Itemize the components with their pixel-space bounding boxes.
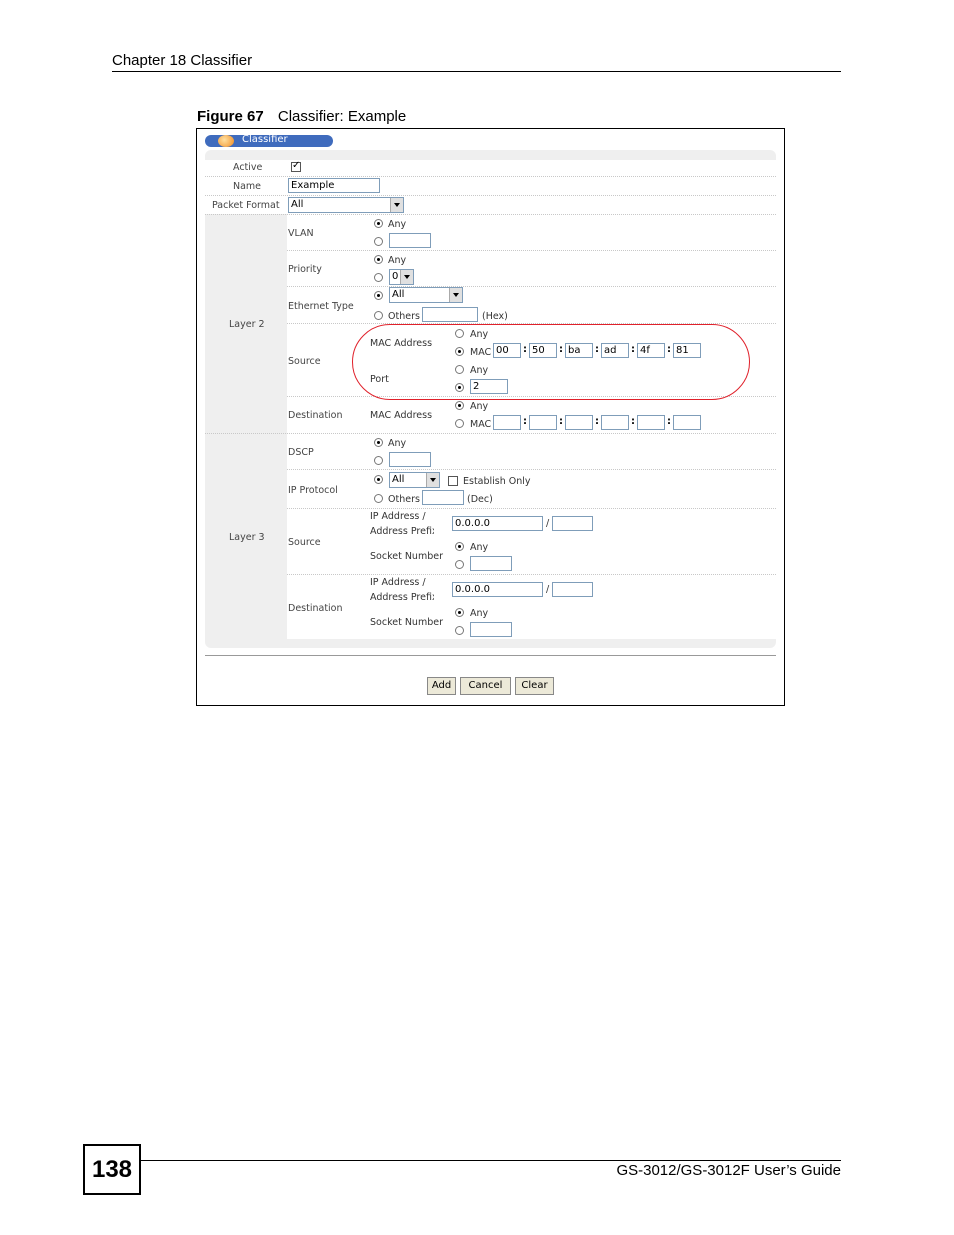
l2-source-label: Source — [288, 356, 321, 367]
tab-orb-icon — [218, 135, 234, 147]
l2-destination-label: Destination — [288, 410, 343, 421]
mac-separator: : — [523, 416, 527, 427]
chapter-header: Chapter 18 Classifier — [112, 52, 253, 69]
layer3-label: Layer 3 — [229, 532, 265, 543]
vlan-any-label: Any — [388, 219, 407, 230]
ethernet-type-select[interactable]: All — [389, 287, 463, 303]
l3-source-label: Source — [288, 537, 321, 548]
l3-source-address-prefix-label: Address Prefix — [370, 526, 434, 537]
chevron-down-icon — [390, 198, 403, 212]
l3-source-prefix-input[interactable] — [552, 516, 593, 531]
dst-mac-octet-2[interactable] — [529, 415, 557, 430]
ethernet-type-label: Ethernet Type — [288, 301, 354, 312]
cancel-button[interactable]: Cancel — [460, 677, 511, 695]
dscp-any-label: Any — [388, 438, 407, 449]
ip-prefix-slash: / — [546, 584, 550, 595]
chevron-down-icon — [426, 473, 439, 487]
priority-label: Priority — [288, 264, 322, 275]
ethernet-type-others-radio[interactable] — [374, 311, 383, 320]
mac-separator: : — [595, 416, 599, 427]
l2-destination-mac-address-label: MAC Address — [370, 410, 433, 421]
ip-protocol-select[interactable]: All — [389, 472, 440, 488]
chevron-down-icon — [400, 270, 413, 284]
l2-destination-mac-radio[interactable] — [455, 419, 464, 428]
dscp-any-radio[interactable] — [374, 438, 383, 447]
header-rule — [112, 71, 841, 72]
name-input[interactable]: Example — [288, 178, 380, 193]
guide-title: GS-3012/GS-3012F User’s Guide — [616, 1162, 841, 1179]
dscp-label: DSCP — [288, 447, 314, 458]
l3-source-ip-input[interactable]: 0.0.0.0 — [452, 516, 543, 531]
figure-title: Classifier: Example — [277, 108, 407, 125]
l3-destination-ip-address-label: IP Address / — [370, 577, 426, 588]
l3-destination-address-prefix-label: Address Prefix — [370, 592, 434, 603]
dscp-value-radio[interactable] — [374, 456, 383, 465]
dst-mac-octet-3[interactable] — [565, 415, 593, 430]
ip-protocol-list-radio[interactable] — [374, 475, 383, 484]
ip-protocol-label: IP Protocol — [288, 485, 338, 496]
ip-protocol-others-radio[interactable] — [374, 494, 383, 503]
layer2-label: Layer 2 — [229, 319, 265, 330]
ethernet-type-list-radio[interactable] — [374, 291, 383, 300]
ip-protocol-others-input[interactable] — [422, 490, 464, 505]
priority-any-label: Any — [388, 255, 407, 266]
l3-source-socket-input[interactable] — [470, 556, 512, 571]
highlight-ellipse — [352, 324, 750, 400]
clear-button[interactable]: Clear — [515, 677, 554, 695]
establish-only-checkbox[interactable] — [448, 476, 458, 486]
l3-destination-label: Destination — [288, 603, 343, 614]
dec-label: (Dec) — [467, 494, 493, 505]
vlan-any-radio[interactable] — [374, 219, 383, 228]
priority-value-radio[interactable] — [374, 273, 383, 282]
mac-separator: : — [631, 416, 635, 427]
mac-separator: : — [559, 416, 563, 427]
vlan-label: VLAN — [288, 228, 314, 239]
l3-source-socket-any-label: Any — [470, 542, 489, 553]
vlan-value-radio[interactable] — [374, 237, 383, 246]
packet-format-label: Packet Format — [212, 200, 280, 211]
l3-destination-ip-input[interactable]: 0.0.0.0 — [452, 582, 543, 597]
l3-destination-socket-any-label: Any — [470, 608, 489, 619]
l3-source-socket-any-radio[interactable] — [455, 542, 464, 551]
vlan-input[interactable] — [389, 233, 431, 248]
l2-destination-mac-label: MAC — [470, 419, 492, 430]
l3-source-socket-radio[interactable] — [455, 560, 464, 569]
l3-destination-prefix-input[interactable] — [552, 582, 593, 597]
dst-mac-octet-5[interactable] — [637, 415, 665, 430]
figure-number: Figure 67 — [197, 108, 264, 125]
ip-protocol-others-label: Others — [388, 494, 420, 505]
establish-only-label: Establish Only — [463, 476, 531, 487]
footer-rule — [141, 1160, 841, 1161]
l2-destination-mac-any-radio[interactable] — [455, 401, 464, 410]
l3-destination-socket-radio[interactable] — [455, 626, 464, 635]
l3-destination-socket-input[interactable] — [470, 622, 512, 637]
hex-label: (Hex) — [482, 311, 508, 322]
ethernet-type-others-input[interactable] — [422, 307, 478, 322]
l2-destination-mac-any-label: Any — [470, 401, 489, 412]
priority-select[interactable]: 0 — [389, 269, 414, 285]
dst-mac-octet-1[interactable] — [493, 415, 521, 430]
l3-source-ip-address-label: IP Address / — [370, 511, 426, 522]
active-label: Active — [233, 162, 263, 173]
dst-mac-octet-4[interactable] — [601, 415, 629, 430]
name-label: Name — [233, 181, 262, 192]
l3-source-socket-label: Socket Number — [370, 551, 443, 562]
figure-caption: Figure 67 Classifier: Example — [197, 108, 406, 125]
tab-title: Classifier — [242, 134, 288, 145]
dst-mac-octet-6[interactable] — [673, 415, 701, 430]
add-button[interactable]: Add — [427, 677, 456, 695]
packet-format-select[interactable]: All — [288, 197, 404, 213]
page-number: 138 — [83, 1144, 141, 1195]
active-checkbox[interactable] — [291, 160, 301, 172]
priority-any-radio[interactable] — [374, 255, 383, 264]
layer-column — [205, 214, 287, 639]
form-divider — [205, 655, 776, 656]
dscp-input[interactable] — [389, 452, 431, 467]
l3-destination-socket-any-radio[interactable] — [455, 608, 464, 617]
mac-separator: : — [667, 416, 671, 427]
ethernet-type-others-label: Others — [388, 311, 420, 322]
ip-prefix-slash: / — [546, 518, 550, 529]
l3-destination-socket-label: Socket Number — [370, 617, 443, 628]
chevron-down-icon — [449, 288, 462, 302]
